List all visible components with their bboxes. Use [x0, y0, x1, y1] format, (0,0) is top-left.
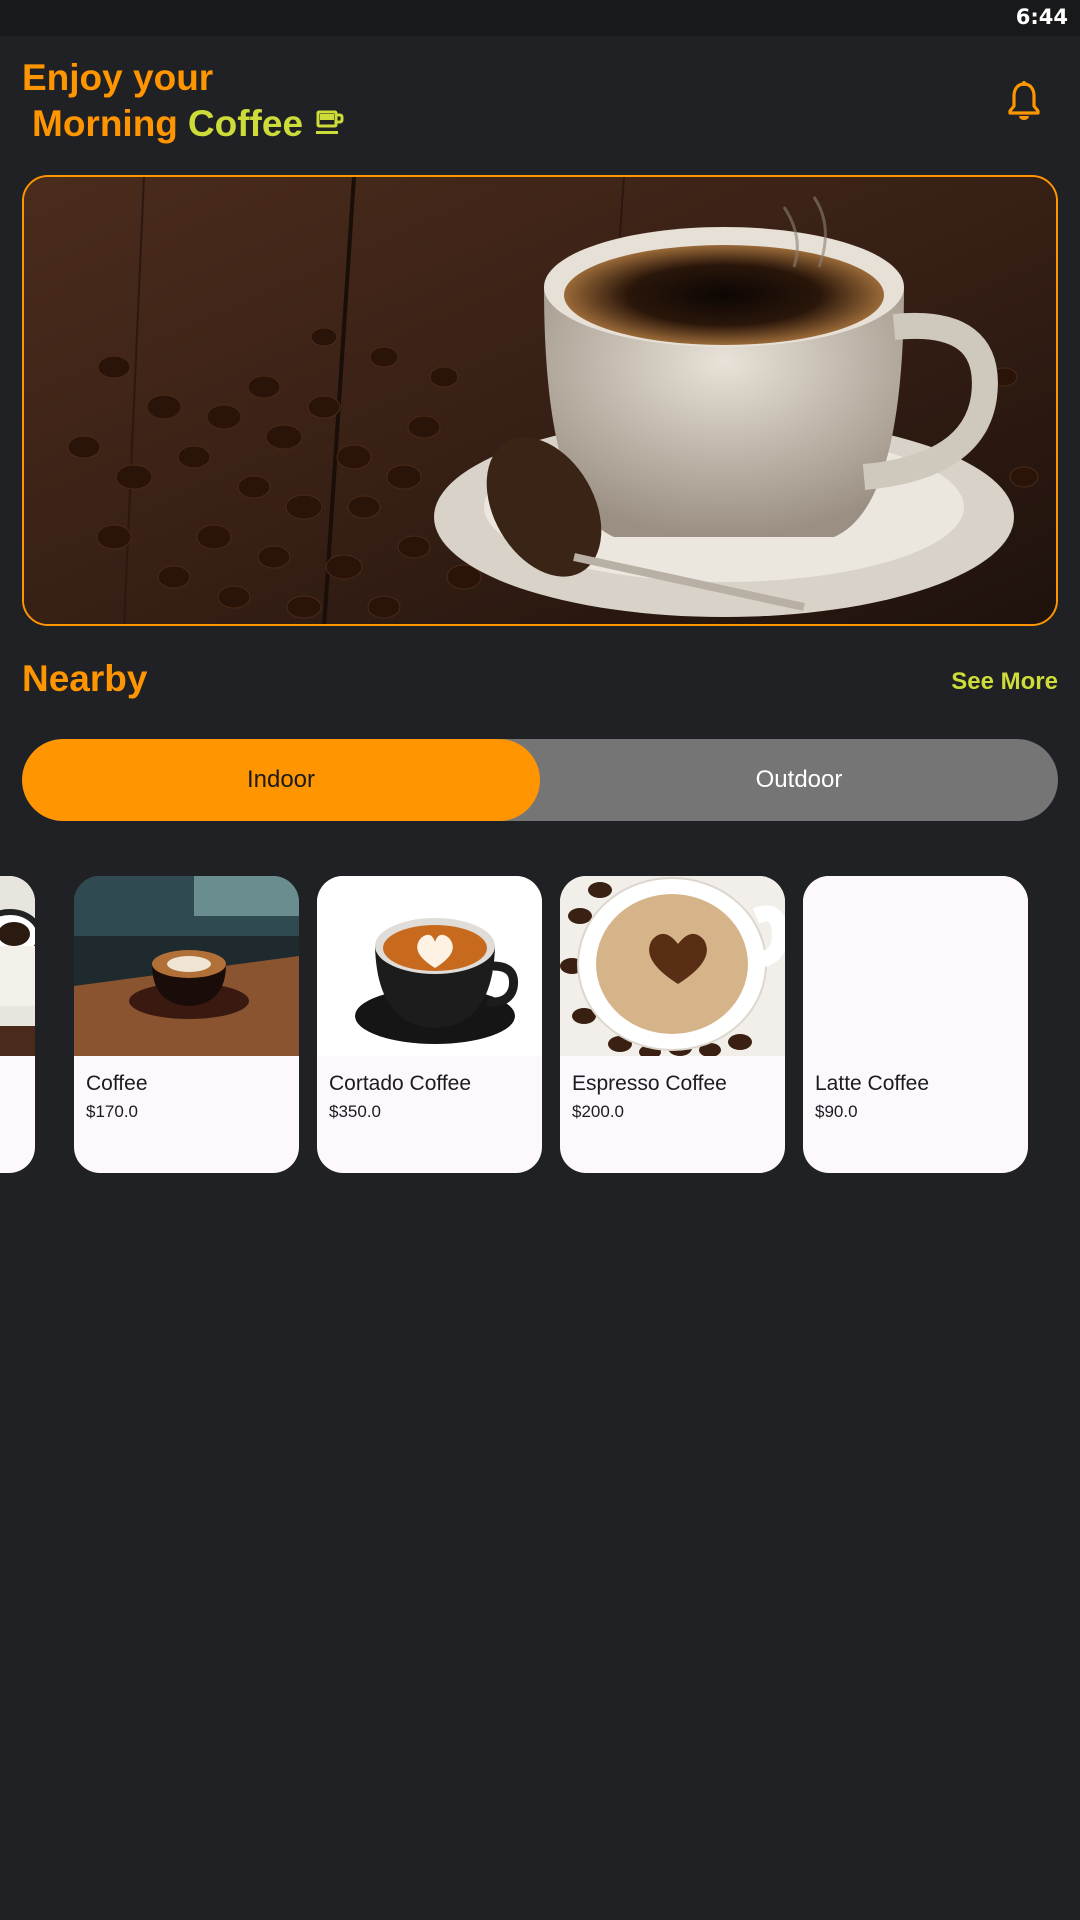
product-price: $170.0: [86, 1102, 138, 1121]
greeting-morning: Morning: [32, 103, 178, 144]
product-list: Coffee $170.0 Cortado Coffee $350.0 Espr…: [0, 876, 1080, 1173]
product-price: $200.0: [572, 1102, 624, 1121]
product-price: $350.0: [329, 1102, 381, 1121]
notification-button[interactable]: [1002, 80, 1046, 124]
product-image: [803, 876, 1028, 1056]
product-card-partial[interactable]: [0, 876, 35, 1173]
status-bar: 6:44: [0, 0, 1080, 36]
product-name: Cortado Coffee: [329, 1072, 472, 1095]
product-card[interactable]: Cortado Coffee $350.0: [317, 876, 542, 1173]
product-card[interactable]: Latte Coffee $90.0: [803, 876, 1028, 1173]
status-time: 6:44: [1015, 5, 1068, 29]
tab-indoor[interactable]: Indoor: [22, 739, 540, 821]
product-image: [74, 876, 299, 1056]
tab-outdoor[interactable]: Outdoor: [540, 739, 1058, 821]
product-image: [0, 876, 35, 1056]
product-price: $90.0: [815, 1102, 858, 1121]
product-name: Espresso Coffee: [572, 1072, 727, 1095]
product-image: [560, 876, 785, 1056]
greeting-line1: Enjoy your: [22, 57, 214, 98]
indoor-outdoor-toggle: Indoor Outdoor: [22, 739, 1058, 821]
see-more-link[interactable]: See More: [951, 668, 1058, 696]
product-name: Latte Coffee: [815, 1072, 930, 1095]
nearby-title: Nearby: [22, 658, 148, 699]
product-card[interactable]: Coffee $170.0: [74, 876, 299, 1173]
product-image: [317, 876, 542, 1056]
coffee-cup-icon: [315, 104, 345, 148]
greeting-coffee: Coffee: [187, 103, 304, 144]
bell-icon: [1006, 80, 1042, 125]
banner-image: [22, 175, 1058, 626]
product-card[interactable]: Espresso Coffee $200.0: [560, 876, 785, 1173]
greeting-title: Enjoy your Morning Coffee: [22, 56, 345, 148]
product-name: Coffee: [86, 1072, 148, 1095]
